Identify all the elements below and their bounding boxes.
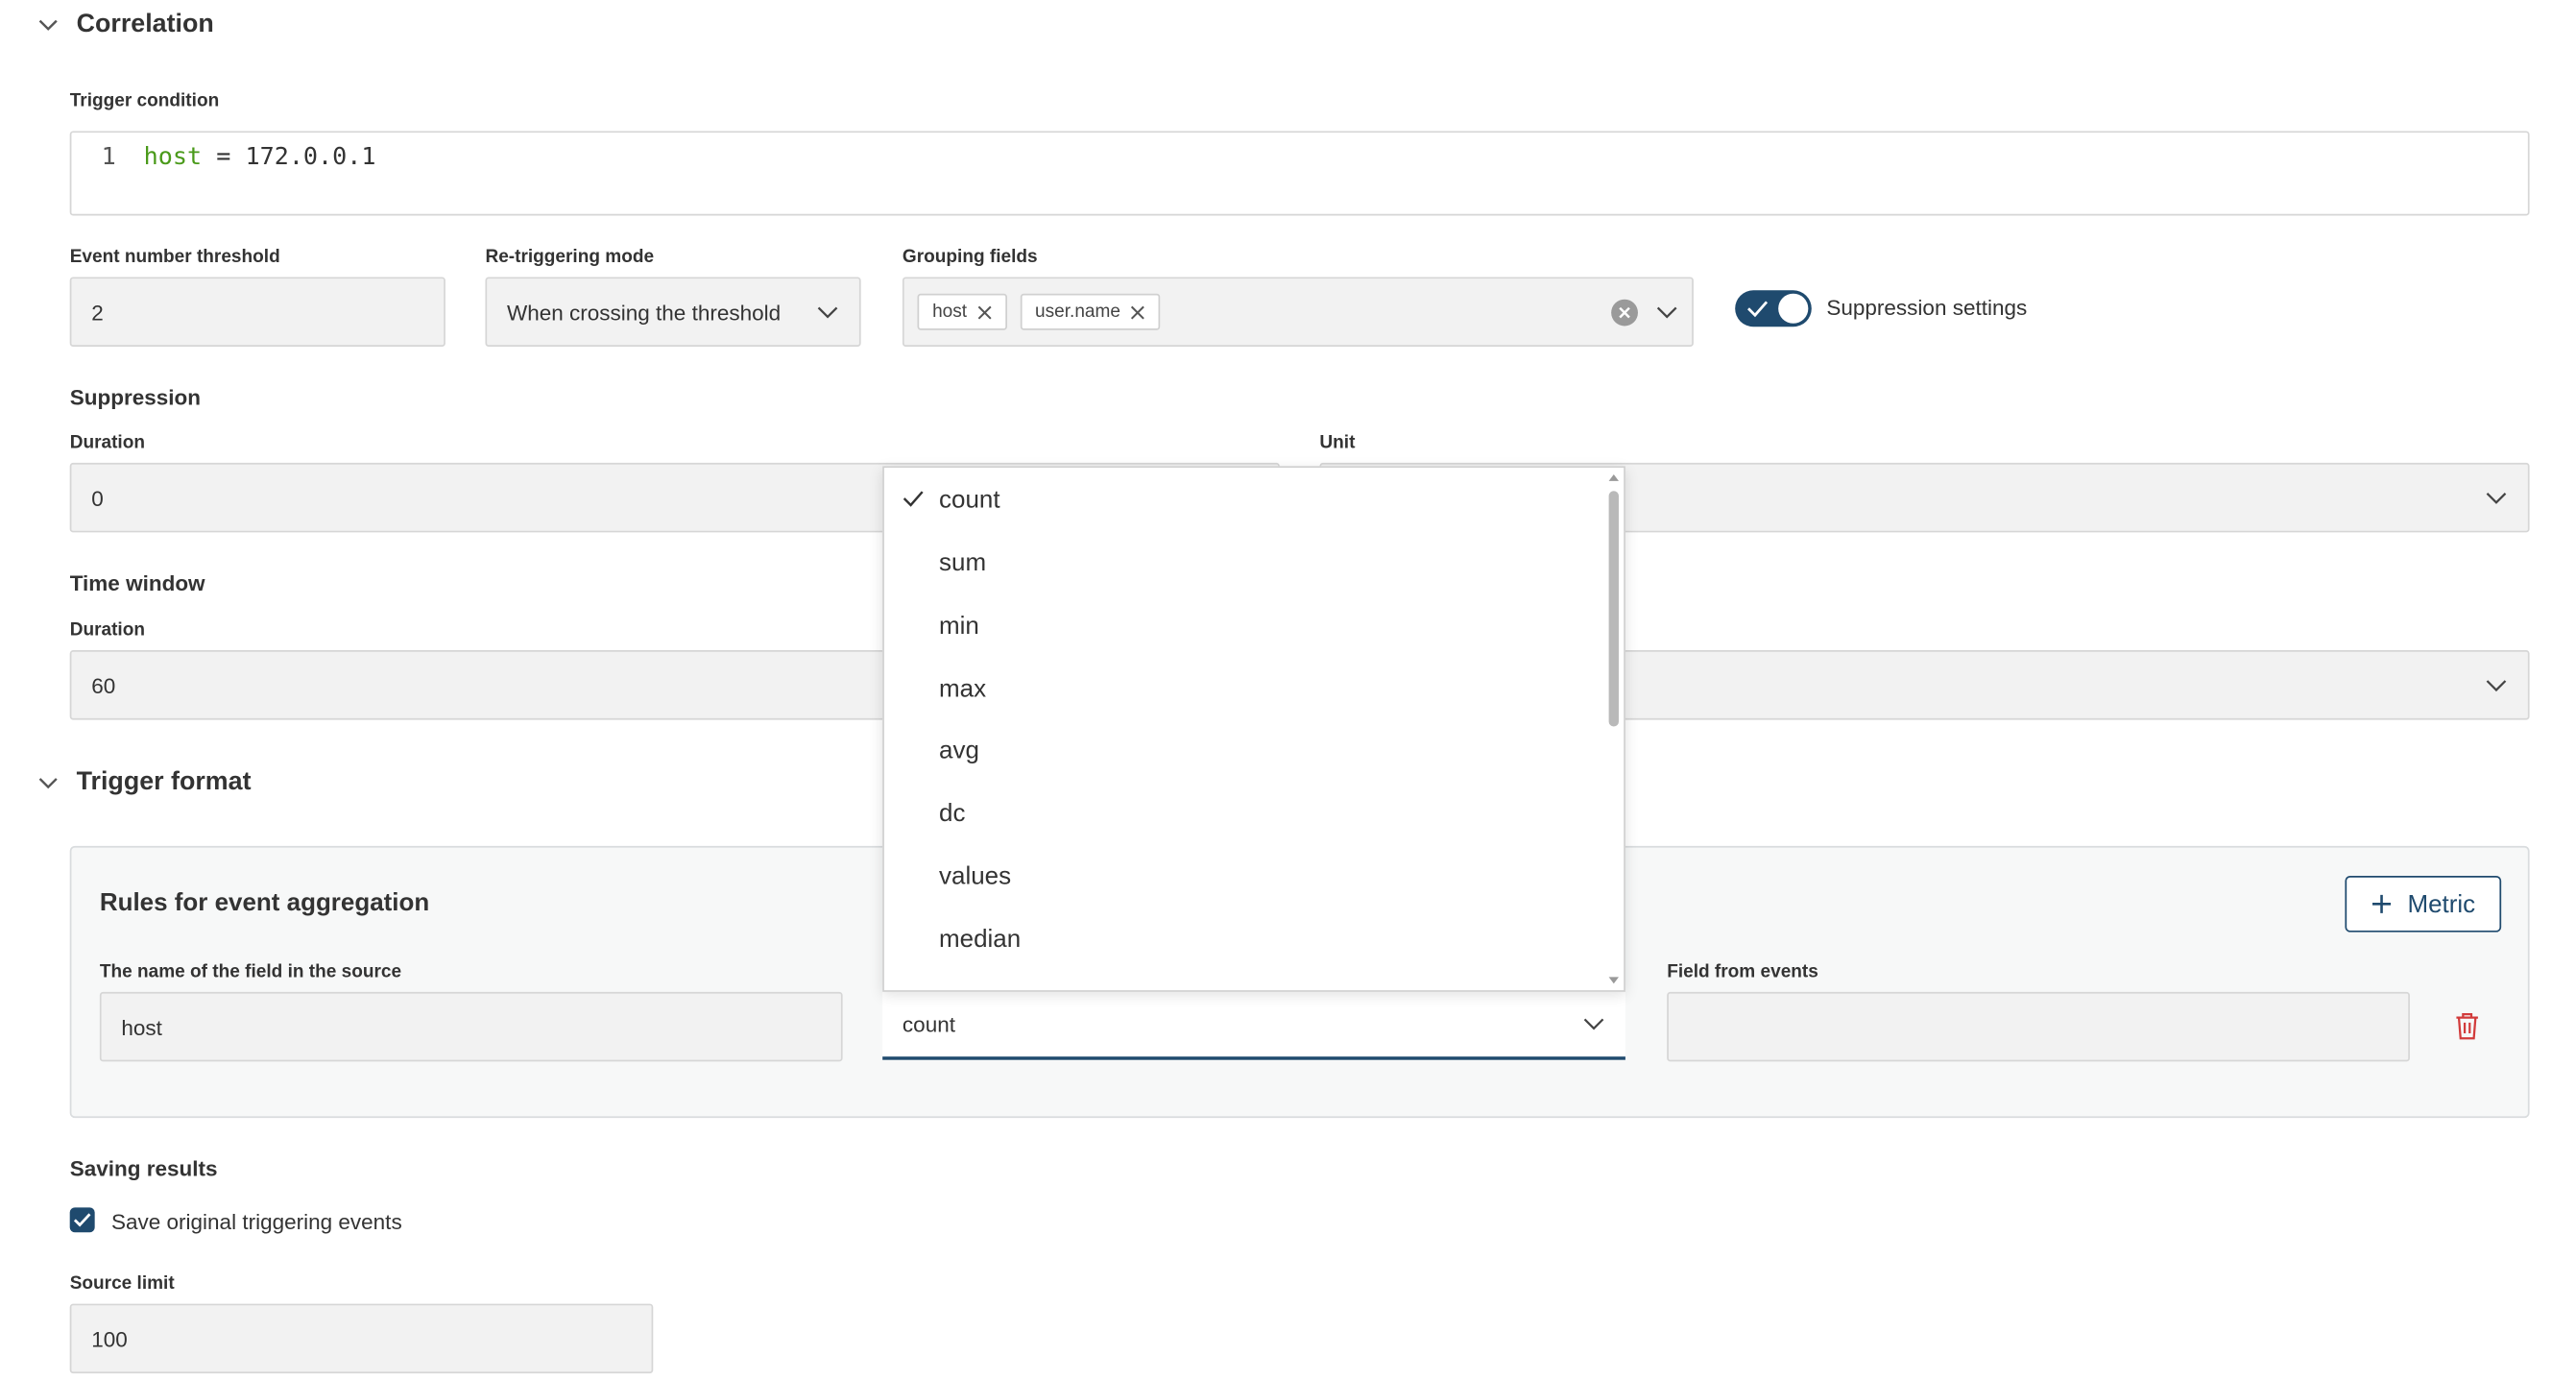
- dropdown-option-label: values: [939, 861, 1012, 890]
- save-original-events-label: Save original triggering events: [110, 1209, 402, 1235]
- suppression-title: Suppression: [69, 384, 202, 410]
- source-field-label: The name of the field in the source: [99, 961, 402, 982]
- suppression-unit-label: Unit: [1319, 432, 1356, 453]
- check-icon: [903, 491, 924, 507]
- source-field-value: host: [121, 1014, 162, 1040]
- dropdown-option-median[interactable]: median: [884, 908, 1601, 971]
- dropdown-option-label: avg: [939, 736, 979, 764]
- correlation-section-toggle[interactable]: Correlation: [36, 10, 214, 39]
- dropdown-option-sum[interactable]: sum: [884, 531, 1601, 594]
- dropdown-option-label: count: [939, 485, 1000, 514]
- time-window-duration-value: 60: [91, 672, 116, 698]
- code-value-token: 172.0.0.1: [245, 144, 376, 171]
- grouping-chip-label: host: [932, 302, 968, 323]
- chevron-down-icon: [2486, 680, 2507, 692]
- trash-icon[interactable]: [2455, 1012, 2480, 1040]
- time-window-title: Time window: [69, 570, 205, 596]
- close-icon[interactable]: [976, 304, 992, 320]
- event-threshold-label: Event number threshold: [69, 247, 280, 268]
- field-from-events-input[interactable]: [1667, 991, 2410, 1062]
- add-metric-label: Metric: [2407, 889, 2476, 919]
- code-operator-token: =: [216, 144, 231, 171]
- retriggering-mode-value: When crossing the threshold: [506, 299, 782, 325]
- chevron-down-icon: [2486, 493, 2507, 504]
- code-field-token: host: [143, 144, 203, 171]
- suppression-duration-value: 0: [91, 485, 104, 511]
- close-icon[interactable]: [1130, 304, 1145, 320]
- grouping-chip-label: user.name: [1035, 302, 1120, 323]
- dropdown-scroll-thumb[interactable]: [1608, 491, 1619, 727]
- suppression-settings-label: Suppression settings: [1826, 295, 2028, 321]
- source-limit-label: Source limit: [69, 1273, 175, 1295]
- source-field-input[interactable]: host: [99, 991, 843, 1062]
- retriggering-mode-select[interactable]: When crossing the threshold: [485, 277, 861, 347]
- plus-icon: [2371, 894, 2391, 913]
- check-icon: [1747, 301, 1769, 318]
- section-title-trigger-format: Trigger format: [76, 767, 252, 797]
- chevron-down-icon[interactable]: [1655, 301, 1678, 324]
- dropdown-option-max[interactable]: max: [884, 657, 1601, 720]
- section-title-correlation: Correlation: [76, 10, 214, 38]
- dropdown-option-values[interactable]: values: [884, 844, 1601, 908]
- grouping-fields-label: Grouping fields: [902, 247, 1038, 268]
- chevron-down-icon: [1583, 1018, 1604, 1030]
- trigger-condition-label: Trigger condition: [69, 90, 220, 111]
- aggregation-dropdown: count sum min max avg dc values median: [882, 466, 1625, 992]
- source-limit-value: 100: [91, 1325, 128, 1351]
- dropdown-option-label: median: [939, 924, 1022, 954]
- suppression-duration-label: Duration: [69, 432, 146, 453]
- add-metric-button[interactable]: Metric: [2345, 875, 2502, 932]
- dropdown-option-avg[interactable]: avg: [884, 718, 1601, 782]
- event-threshold-input[interactable]: 2: [69, 277, 445, 347]
- grouping-chip-user-name: user.name: [1020, 293, 1161, 330]
- field-from-events-label: Field from events: [1667, 961, 1818, 982]
- check-icon: [73, 1213, 91, 1227]
- clear-circle-icon[interactable]: [1610, 298, 1638, 326]
- time-window-duration-label: Duration: [69, 619, 146, 641]
- dropdown-option-label: max: [939, 674, 987, 703]
- aggregation-function-value: count: [902, 1010, 956, 1036]
- dropdown-scrollbar[interactable]: [1607, 472, 1621, 987]
- dropdown-option-min[interactable]: min: [884, 593, 1601, 657]
- code-line-number: 1: [101, 144, 116, 171]
- retriggering-mode-label: Re-triggering mode: [485, 247, 655, 268]
- grouping-fields-select[interactable]: host user.name: [902, 277, 1694, 347]
- aggregation-function-select[interactable]: count: [882, 990, 1625, 1060]
- scroll-down-icon[interactable]: [1607, 974, 1621, 987]
- source-limit-input[interactable]: 100: [69, 1303, 654, 1374]
- dropdown-option-count[interactable]: count: [884, 468, 1601, 531]
- trigger-condition-editor[interactable]: 1 host = 172.0.0.1: [69, 131, 2530, 216]
- scroll-up-icon[interactable]: [1607, 472, 1621, 485]
- grouping-chip-host: host: [917, 293, 1007, 330]
- event-threshold-value: 2: [91, 299, 104, 325]
- suppression-settings-toggle[interactable]: [1735, 290, 1812, 327]
- chevron-down-icon: [817, 306, 838, 319]
- dropdown-option-label: dc: [939, 798, 966, 828]
- trigger-format-section-toggle[interactable]: Trigger format: [36, 767, 252, 798]
- dropdown-option-label: sum: [939, 547, 987, 577]
- chevron-down-icon: [38, 778, 58, 789]
- rules-title: Rules for event aggregation: [99, 888, 430, 918]
- saving-results-title: Saving results: [69, 1155, 218, 1181]
- dropdown-option-dc[interactable]: dc: [884, 782, 1601, 845]
- chevron-down-icon: [38, 19, 58, 31]
- dropdown-option-label: min: [939, 611, 979, 640]
- save-original-events-checkbox[interactable]: [69, 1207, 95, 1233]
